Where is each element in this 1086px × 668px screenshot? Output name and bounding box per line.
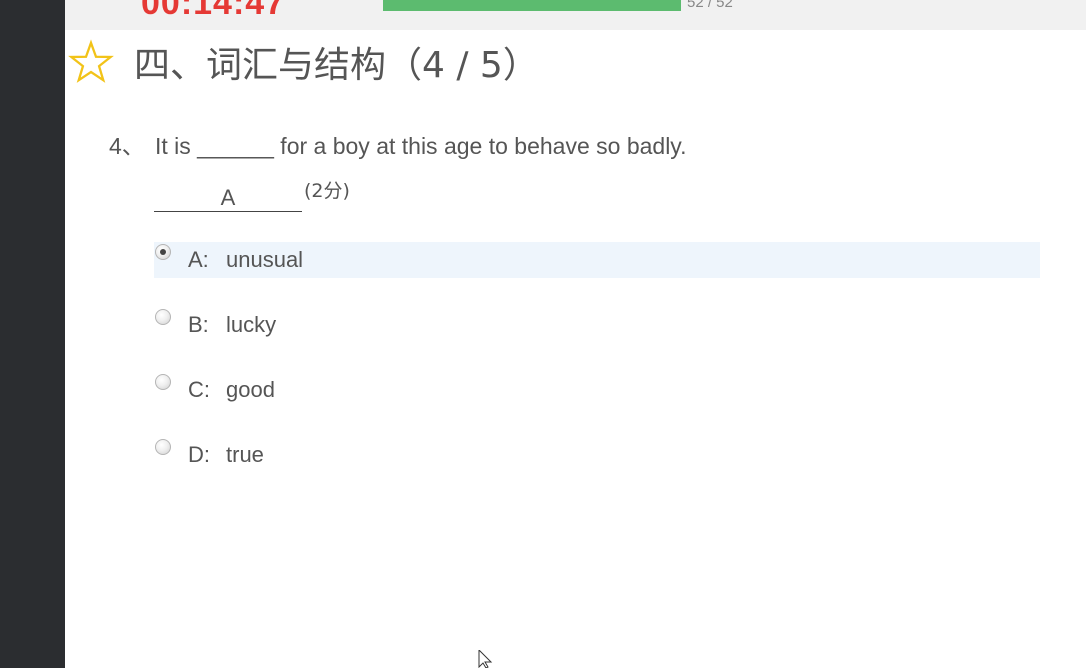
exam-status-bar: 00:14:47 52 / 52 — [65, 0, 1086, 30]
left-sidebar — [0, 0, 65, 668]
option-d[interactable]: D: true — [154, 437, 1040, 473]
option-letter: D: — [188, 442, 210, 467]
star-outline-icon[interactable] — [68, 39, 114, 85]
option-letter: B: — [188, 312, 209, 337]
option-b[interactable]: B: lucky — [154, 307, 1040, 343]
progress-bar — [383, 0, 681, 11]
option-c[interactable]: C: good — [154, 372, 1040, 408]
radio-button-b[interactable] — [155, 309, 171, 325]
radio-button-d[interactable] — [155, 439, 171, 455]
answer-options: A: unusual B: lucky C: good D: true — [154, 242, 1040, 502]
option-letter: C: — [188, 377, 210, 402]
option-a[interactable]: A: unusual — [154, 242, 1040, 278]
mouse-pointer-icon — [478, 650, 493, 668]
question-stem: 4、 It is ______ for a boy at this age to … — [109, 127, 686, 161]
radio-button-a[interactable] — [155, 244, 171, 260]
question-number: 4、 — [109, 133, 145, 159]
progress-count: 52 / 52 — [687, 0, 733, 11]
option-text: true — [226, 442, 264, 467]
countdown-timer: 00:14:47 — [141, 0, 286, 22]
question-panel: 四、词汇与结构（4 / 5） 4、 It is ______ for a boy … — [65, 30, 1086, 668]
option-text: lucky — [226, 312, 277, 337]
answer-line: A (2分) — [154, 180, 350, 212]
question-points: (2分) — [304, 180, 350, 202]
question-text: It is ______ for a boy at this age to be… — [155, 133, 687, 159]
radio-button-c[interactable] — [155, 374, 171, 390]
option-text: unusual — [226, 247, 304, 272]
option-letter: A: — [188, 247, 209, 272]
option-text: good — [226, 377, 275, 402]
section-header: 四、词汇与结构（4 / 5） — [68, 37, 539, 87]
section-title: 四、词汇与结构（4 / 5） — [134, 45, 539, 86]
answer-blank: A — [154, 185, 302, 212]
